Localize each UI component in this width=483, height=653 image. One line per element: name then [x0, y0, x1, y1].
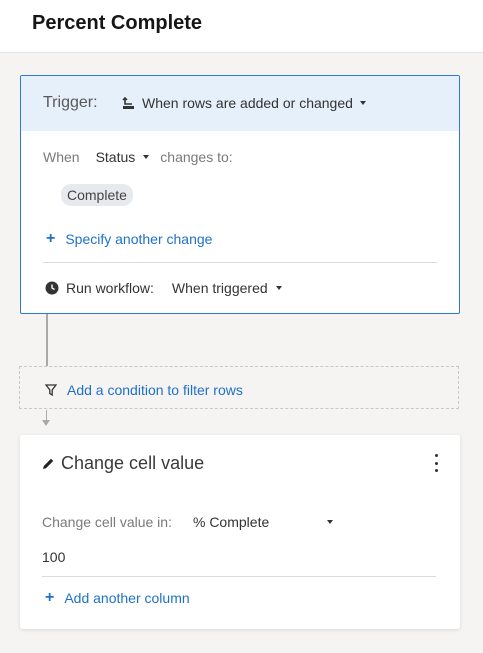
- plus-icon: +: [46, 230, 56, 247]
- change-cell-row: Change cell value in: % Complete: [42, 514, 333, 530]
- cell-value-input[interactable]: 100: [42, 549, 65, 565]
- action-title: Change cell value: [42, 453, 204, 474]
- clock-icon: [45, 281, 59, 295]
- action-title-label: Change cell value: [61, 453, 205, 473]
- page-header: Percent Complete: [0, 0, 483, 53]
- chevron-down-icon: [326, 520, 333, 524]
- field-label: Status: [95, 149, 136, 165]
- field-dropdown[interactable]: Status: [96, 149, 150, 165]
- specify-another-change-link[interactable]: + Specify another change: [46, 230, 213, 248]
- trigger-rows-icon: [122, 96, 134, 109]
- run-workflow-dropdown[interactable]: When triggered: [172, 280, 282, 296]
- trigger-label: Trigger:: [43, 94, 98, 111]
- chevron-down-icon: [359, 101, 366, 105]
- when-row: When Status changes to:: [43, 149, 233, 165]
- divider: [43, 262, 437, 263]
- trigger-block[interactable]: Trigger: When rows are added or changed …: [20, 75, 460, 314]
- action-block[interactable]: Change cell value Change cell value in: …: [20, 435, 460, 629]
- run-workflow-value: When triggered: [171, 280, 268, 296]
- value-chip[interactable]: Complete: [61, 184, 133, 206]
- connector-line: [46, 314, 48, 366]
- chevron-down-icon: [275, 286, 282, 290]
- condition-dropzone[interactable]: Add a condition to filter rows: [19, 366, 459, 409]
- trigger-type-dropdown[interactable]: When rows are added or changed: [122, 95, 366, 111]
- run-workflow-label: Run workflow:: [66, 280, 154, 296]
- chevron-down-icon: [143, 155, 150, 159]
- trigger-header: Trigger: When rows are added or changed: [21, 76, 459, 131]
- changes-to-label: changes to:: [160, 149, 233, 165]
- divider: [42, 576, 436, 577]
- add-another-column-link[interactable]: + Add another column: [45, 589, 190, 607]
- run-workflow-row: Run workflow: When triggered: [45, 280, 282, 296]
- pencil-icon: [43, 458, 54, 469]
- when-label: When: [43, 149, 80, 165]
- trigger-type-label: When rows are added or changed: [142, 95, 353, 111]
- plus-icon: +: [45, 589, 55, 606]
- connector-line: [46, 410, 47, 420]
- add-condition-link[interactable]: Add a condition to filter rows: [45, 382, 243, 398]
- filter-icon: [45, 384, 57, 396]
- more-vertical-icon[interactable]: [430, 454, 442, 472]
- column-label: % Complete: [192, 514, 270, 530]
- page-title: Percent Complete: [32, 12, 203, 34]
- connector-arrow-icon: [42, 420, 50, 426]
- specify-link-label: Specify another change: [65, 231, 213, 247]
- change-in-label: Change cell value in:: [42, 514, 172, 530]
- add-column-label: Add another column: [64, 590, 190, 606]
- add-condition-label: Add a condition to filter rows: [67, 382, 243, 398]
- column-dropdown[interactable]: % Complete: [193, 514, 333, 530]
